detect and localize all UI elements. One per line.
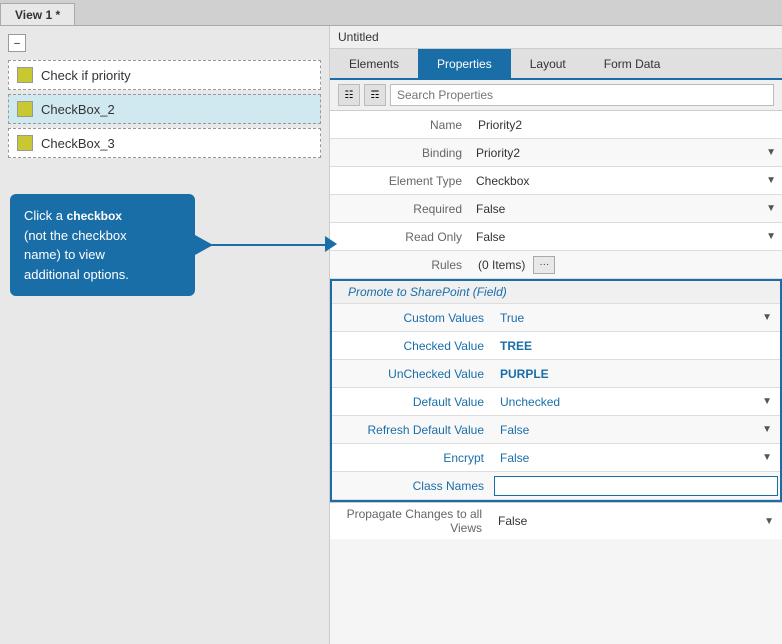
- prop-row-elementtype: Element Type Checkbox ▼: [330, 167, 782, 195]
- right-panel: Untitled Elements Properties Layout Form…: [330, 26, 782, 644]
- prop-row-required: Required False ▼: [330, 195, 782, 223]
- rules-button[interactable]: ···: [533, 256, 555, 274]
- prop-label-rules: Rules: [330, 254, 470, 276]
- promote-select-refresh-default[interactable]: False ▼: [492, 421, 780, 439]
- prop-label-required: Required: [330, 198, 470, 220]
- propagate-row: Propagate Changes to all Views False ▼: [330, 502, 782, 539]
- left-panel: – Check if priority CheckBox_2 CheckBox_…: [0, 26, 330, 644]
- search-input[interactable]: [390, 84, 774, 106]
- prop-label-readonly: Read Only: [330, 226, 470, 248]
- propagate-dropdown-arrow: ▼: [764, 516, 774, 527]
- form-item-label-2: CheckBox_2: [41, 102, 115, 117]
- form-item-1[interactable]: Check if priority: [8, 60, 321, 90]
- promote-label-default-value: Default Value: [332, 391, 492, 413]
- prop-value-name: Priority2: [470, 114, 782, 136]
- custom-values-dropdown-arrow: ▼: [762, 312, 772, 323]
- promote-header: Promote to SharePoint (Field): [332, 281, 780, 304]
- required-dropdown-arrow: ▼: [766, 203, 776, 214]
- form-item-label-1: Check if priority: [41, 68, 131, 83]
- promote-value-checked: TREE: [492, 335, 780, 357]
- list-view-icon[interactable]: ☷: [338, 84, 360, 106]
- encrypt-dropdown-arrow: ▼: [762, 452, 772, 463]
- top-tab-bar: View 1 *: [0, 0, 782, 26]
- form-item-3[interactable]: CheckBox_3: [8, 128, 321, 158]
- properties-toolbar: ☷ ☶: [330, 80, 782, 111]
- prop-label-elementtype: Element Type: [330, 170, 470, 192]
- promote-row-refresh-default: Refresh Default Value False ▼: [332, 416, 780, 444]
- readonly-dropdown-arrow: ▼: [766, 231, 776, 242]
- form-item-label-3: CheckBox_3: [41, 136, 115, 151]
- promote-row-encrypt: Encrypt False ▼: [332, 444, 780, 472]
- checkbox-icon-1: [17, 67, 33, 83]
- prop-row-binding: Binding Priority2 ▼: [330, 139, 782, 167]
- promote-select-default-value[interactable]: Unchecked ▼: [492, 393, 780, 411]
- group-view-icon[interactable]: ☶: [364, 84, 386, 106]
- main-area: – Check if priority CheckBox_2 CheckBox_…: [0, 26, 782, 644]
- promote-label-encrypt: Encrypt: [332, 447, 492, 469]
- promote-row-class-names: Class Names: [332, 472, 780, 500]
- tooltip-box: Click a checkbox(not the checkboxname) t…: [10, 194, 195, 296]
- promote-select-custom-values[interactable]: True ▼: [492, 309, 780, 327]
- class-names-input[interactable]: [494, 476, 778, 496]
- right-header: Untitled: [330, 26, 782, 49]
- promote-row-unchecked-value: UnChecked Value PURPLE: [332, 360, 780, 388]
- promote-row-default-value: Default Value Unchecked ▼: [332, 388, 780, 416]
- prop-select-readonly[interactable]: False ▼: [470, 228, 782, 246]
- propagate-label: Propagate Changes to all Views: [330, 503, 490, 539]
- prop-label-name: Name: [330, 114, 470, 136]
- prop-select-binding[interactable]: Priority2 ▼: [470, 144, 782, 162]
- prop-row-name: Name Priority2: [330, 111, 782, 139]
- prop-select-required[interactable]: False ▼: [470, 200, 782, 218]
- prop-value-rules: (0 Items) ···: [470, 252, 782, 278]
- promote-select-encrypt[interactable]: False ▼: [492, 449, 780, 467]
- properties-content: Name Priority2 Binding Priority2 ▼ Eleme…: [330, 111, 782, 644]
- default-value-dropdown-arrow: ▼: [762, 396, 772, 407]
- promote-label-checked-value: Checked Value: [332, 335, 492, 357]
- promote-label-unchecked-value: UnChecked Value: [332, 363, 492, 385]
- checkbox-icon-3: [17, 135, 33, 151]
- promote-row-custom-values: Custom Values True ▼: [332, 304, 780, 332]
- tab-layout[interactable]: Layout: [511, 49, 585, 78]
- promote-label-refresh-default: Refresh Default Value: [332, 419, 492, 441]
- elementtype-dropdown-arrow: ▼: [766, 175, 776, 186]
- tooltip-line: [195, 244, 325, 246]
- propagate-select[interactable]: False ▼: [490, 512, 782, 530]
- checkbox-icon-2: [17, 101, 33, 117]
- collapse-button[interactable]: –: [8, 34, 26, 52]
- tooltip-arrow-right: [325, 236, 337, 252]
- right-tabs: Elements Properties Layout Form Data: [330, 49, 782, 80]
- promote-section: Promote to SharePoint (Field) Custom Val…: [330, 279, 782, 502]
- view1-tab[interactable]: View 1 *: [0, 3, 75, 25]
- prop-row-readonly: Read Only False ▼: [330, 223, 782, 251]
- refresh-default-dropdown-arrow: ▼: [762, 424, 772, 435]
- promote-label-custom-values: Custom Values: [332, 307, 492, 329]
- promote-value-unchecked: PURPLE: [492, 363, 780, 385]
- form-item-2[interactable]: CheckBox_2: [8, 94, 321, 124]
- prop-label-binding: Binding: [330, 142, 470, 164]
- tab-properties[interactable]: Properties: [418, 49, 511, 78]
- prop-select-elementtype[interactable]: Checkbox ▼: [470, 172, 782, 190]
- tooltip-arrow: [195, 235, 213, 255]
- promote-row-checked-value: Checked Value TREE: [332, 332, 780, 360]
- tab-formdata[interactable]: Form Data: [585, 49, 680, 78]
- prop-row-rules: Rules (0 Items) ···: [330, 251, 782, 279]
- promote-label-class-names: Class Names: [332, 475, 492, 497]
- binding-dropdown-arrow: ▼: [766, 147, 776, 158]
- tab-elements[interactable]: Elements: [330, 49, 418, 78]
